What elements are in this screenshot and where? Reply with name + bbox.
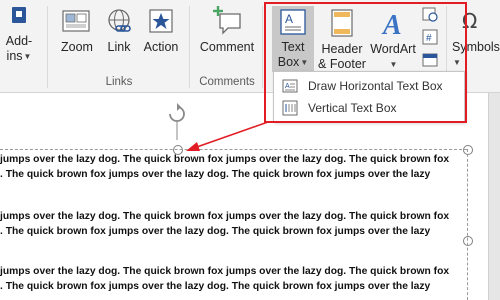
document-text-line: jumps over the lazy dog. The quick brown… (0, 266, 450, 277)
text-box-icon: A (280, 9, 306, 35)
comment-button[interactable]: Comment (196, 4, 258, 55)
selection-handle[interactable] (463, 145, 473, 155)
text-box-selection-border (467, 149, 468, 300)
comments-group-label: Comments (199, 76, 255, 88)
separator (189, 6, 190, 88)
symbols-button[interactable]: Ω Symbols ▼ (452, 8, 500, 70)
svg-text:Ω: Ω (462, 9, 477, 33)
vertical-text-box-icon (282, 100, 298, 116)
selection-handle[interactable] (463, 236, 473, 246)
action-label: Action (143, 40, 179, 54)
chevron-down-icon: ▼ (23, 52, 32, 61)
text-box-selection-border (0, 149, 467, 150)
links-group-label: Links (105, 76, 133, 88)
svg-text:A: A (285, 83, 290, 90)
wordart-button[interactable]: A WordArt ▼ (368, 6, 418, 72)
document-text-line: . The quick brown fox jumps over the laz… (0, 226, 431, 237)
document-area: jumps over the lazy dog. The quick brown… (0, 93, 500, 300)
header-footer-label-2: & Footer (318, 57, 366, 71)
comment-label: Comment (199, 40, 255, 54)
separator (262, 6, 263, 88)
slide-number-icon[interactable]: # (422, 29, 438, 45)
svg-text:A: A (285, 12, 293, 26)
star-action-icon (149, 9, 173, 33)
store-icon (12, 7, 26, 23)
slide-page[interactable]: jumps over the lazy dog. The quick brown… (0, 93, 489, 300)
addins-label-1: Add- (5, 34, 33, 48)
addins-button[interactable]: Add- ins▼ (0, 4, 38, 64)
document-text-line: . The quick brown fox jumps over the laz… (0, 169, 431, 180)
zoom-icon (62, 10, 90, 32)
header-footer-label-1: Header (321, 42, 363, 56)
horizontal-text-box-icon: A (282, 79, 298, 93)
addins-label-2: ins (6, 49, 23, 63)
rotate-handle-icon[interactable] (166, 103, 188, 143)
menu-item-draw-horizontal-text-box[interactable]: A Draw Horizontal Text Box (274, 75, 464, 97)
menu-item-label: Vertical Text Box (308, 101, 397, 115)
chevron-down-icon: ▼ (300, 58, 309, 67)
separator (47, 6, 48, 88)
link-label: Link (107, 40, 131, 54)
chevron-down-icon: ▼ (453, 58, 461, 67)
text-box-label-2: Box (277, 55, 300, 69)
header-footer-button[interactable]: Header & Footer (316, 6, 368, 72)
chevron-down-icon: ▼ (389, 60, 398, 69)
document-text-line: . The quick brown fox jumps over the laz… (0, 281, 431, 292)
menu-item-label: Draw Horizontal Text Box (308, 79, 443, 93)
zoom-label: Zoom (61, 40, 93, 54)
text-box-button[interactable]: A Text Box▼ (272, 6, 314, 72)
document-text-line: jumps over the lazy dog. The quick brown… (0, 211, 450, 222)
svg-text:#: # (426, 33, 432, 44)
symbols-label: Symbols (452, 40, 500, 54)
omega-icon: Ω (462, 9, 477, 33)
text-box-dropdown-menu: A Draw Horizontal Text Box Vertical Text… (273, 71, 465, 123)
object-icon[interactable] (422, 52, 438, 68)
text-box-label-1: Text (281, 40, 305, 54)
document-text-line: jumps over the lazy dog. The quick brown… (0, 154, 450, 165)
date-time-icon[interactable] (422, 6, 438, 22)
wordart-icon: A (381, 10, 402, 38)
globe-link-icon (108, 9, 131, 32)
wordart-label: WordArt (370, 42, 416, 56)
link-button[interactable]: Link (102, 8, 136, 55)
new-comment-icon (213, 6, 241, 35)
zoom-button[interactable]: Zoom (56, 8, 98, 55)
header-footer-icon (331, 9, 353, 37)
svg-text:A: A (381, 10, 402, 38)
menu-item-vertical-text-box[interactable]: Vertical Text Box (274, 97, 464, 119)
action-button[interactable]: Action (140, 8, 182, 55)
